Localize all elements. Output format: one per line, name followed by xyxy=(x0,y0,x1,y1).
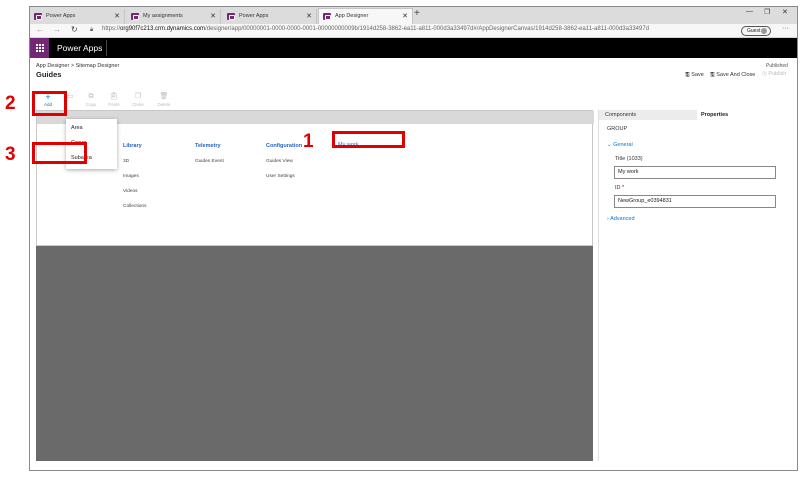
url-field[interactable]: https://org90f7c213.crm.dynamics.com/des… xyxy=(102,26,649,32)
profile-button[interactable]: Guest xyxy=(741,26,771,36)
properties-panel: Components Properties GROUP ⌄ General Ti… xyxy=(598,110,795,461)
close-icon[interactable]: ✕ xyxy=(114,9,120,24)
profile-label: Guest xyxy=(747,28,761,34)
power-apps-icon xyxy=(323,13,331,20)
id-input[interactable]: NewGroup_e0394831 xyxy=(614,195,776,208)
close-icon[interactable]: ✕ xyxy=(402,9,408,24)
subarea-item[interactable]: User Settings xyxy=(266,174,295,179)
breadcrumb: App Designer > Sitemap Designer xyxy=(36,63,119,69)
minimize-icon[interactable]: — xyxy=(746,8,753,15)
annotation-box-2 xyxy=(32,91,67,116)
more-icon[interactable]: ··· xyxy=(782,25,789,32)
delete-label: Delete xyxy=(157,102,171,107)
sitemap-canvas: Library 3D Images Videos Collections Tel… xyxy=(36,110,594,461)
publish-label: Publish xyxy=(768,71,787,77)
browser-tab[interactable]: Power Apps ✕ xyxy=(30,9,125,24)
breadcrumb-app-designer[interactable]: App Designer xyxy=(36,63,69,69)
annotation-number-2: 2 xyxy=(5,93,16,114)
url-host: org90f7c213.crm.dynamics.com xyxy=(120,26,206,32)
tab-label: Power Apps xyxy=(46,13,76,19)
header-divider xyxy=(106,40,107,56)
lock-icon: 🔒︎ xyxy=(90,27,94,33)
save-close-label: Save And Close xyxy=(716,72,756,78)
browser-tab-active[interactable]: App Designer ✕ xyxy=(318,8,413,24)
paste-icon: 📋︎ xyxy=(109,93,119,100)
browser-tab[interactable]: My assignments ✕ xyxy=(127,9,221,24)
subarea-item[interactable]: Images xyxy=(123,174,139,179)
save-button[interactable]: 🖫︎ Save xyxy=(685,71,704,80)
section-type-label: GROUP xyxy=(607,126,628,132)
annotation-number-1: 1 xyxy=(303,131,314,152)
copy-label: Copy xyxy=(85,102,97,107)
subarea-item[interactable]: 3D xyxy=(123,159,129,164)
delete-icon: 🗑︎ xyxy=(159,93,169,100)
browser-window: Power Apps ✕ My assignments ✕ Power Apps… xyxy=(29,6,798,471)
tab-label: My assignments xyxy=(143,13,183,19)
title-field-label: Title (1033) xyxy=(615,156,643,162)
subarea-item[interactable]: Collections xyxy=(123,204,146,209)
general-label: General xyxy=(613,142,633,148)
tab-label: Power Apps xyxy=(239,13,269,19)
close-icon[interactable]: ✕ xyxy=(210,9,216,24)
url-path: /designer/app/00000001-0000-0000-0001-00… xyxy=(205,26,649,32)
required-marker: * xyxy=(622,185,625,191)
power-apps-icon xyxy=(34,13,42,20)
plus-icon[interactable]: + xyxy=(414,8,420,19)
page-title: Guides xyxy=(36,70,62,79)
power-apps-icon xyxy=(131,13,139,20)
group-title[interactable]: Telemetry xyxy=(195,143,221,149)
delete-button[interactable]: 🗑︎ Delete xyxy=(154,93,174,107)
status-badge: Published xyxy=(766,63,788,69)
general-section-toggle[interactable]: ⌄ General xyxy=(607,142,633,148)
browser-tab[interactable]: Power Apps ✕ xyxy=(223,9,317,24)
publish-button[interactable]: ◷ Publish xyxy=(762,71,786,77)
url-scheme: https:// xyxy=(102,26,121,32)
group-title[interactable]: Configuration xyxy=(266,143,302,149)
title-input[interactable]: My work xyxy=(614,166,776,179)
avatar-icon xyxy=(761,28,767,34)
maximize-icon[interactable]: ❐ xyxy=(764,8,770,16)
subarea-item[interactable]: Guides View xyxy=(266,159,293,164)
id-label-text: ID xyxy=(615,185,621,191)
sitemap-area[interactable]: Library 3D Images Videos Collections Tel… xyxy=(36,110,594,246)
annotation-box-3 xyxy=(32,142,87,164)
app-header: Power Apps xyxy=(30,38,797,58)
close-window-icon[interactable]: ✕ xyxy=(782,8,788,16)
refresh-icon[interactable]: ↻ xyxy=(71,25,78,34)
address-bar: ← → ↻ 🔒︎ https://org90f7c213.crm.dynamic… xyxy=(30,24,797,38)
subarea-item[interactable]: Guides Event xyxy=(195,159,224,164)
app-launcher-icon[interactable] xyxy=(30,38,49,58)
clone-label: Clone xyxy=(132,102,144,107)
app-title[interactable]: Power Apps xyxy=(57,43,102,53)
id-field-label: ID * xyxy=(615,185,624,191)
panel-tabs: Components Properties xyxy=(599,110,795,120)
save-label: Save xyxy=(691,72,704,78)
advanced-label: Advanced xyxy=(610,216,635,222)
close-icon[interactable]: ✕ xyxy=(306,9,312,24)
annotation-box-1 xyxy=(332,131,405,148)
forward-icon[interactable]: → xyxy=(53,25,61,34)
subarea-item[interactable]: Videos xyxy=(123,189,138,194)
menu-item-area[interactable]: Area xyxy=(71,125,83,131)
area-header[interactable] xyxy=(37,111,594,124)
copy-icon: ⧉ xyxy=(88,93,94,100)
group-title[interactable]: Library xyxy=(123,143,142,149)
power-apps-icon xyxy=(227,13,235,20)
tab-properties[interactable]: Properties xyxy=(697,110,795,120)
breadcrumb-separator: > xyxy=(70,63,75,69)
back-icon[interactable]: ← xyxy=(36,25,44,34)
paste-button[interactable]: 📋︎ Paste xyxy=(104,93,124,107)
paste-label: Paste xyxy=(108,102,120,107)
advanced-section-toggle[interactable]: › Advanced xyxy=(607,216,635,222)
save-and-close-button[interactable]: 🖫︎ Save And Close xyxy=(710,71,755,80)
breadcrumb-sitemap-designer: Sitemap Designer xyxy=(75,63,120,69)
tab-components[interactable]: Components xyxy=(605,112,636,118)
annotation-number-3: 3 xyxy=(5,144,16,165)
clone-button[interactable]: ❐ Clone xyxy=(128,93,148,107)
copy-button[interactable]: ⧉ Copy xyxy=(81,93,101,107)
tab-label: App Designer xyxy=(335,13,369,19)
clone-icon: ❐ xyxy=(134,93,142,100)
tab-strip: Power Apps ✕ My assignments ✕ Power Apps… xyxy=(30,7,797,24)
